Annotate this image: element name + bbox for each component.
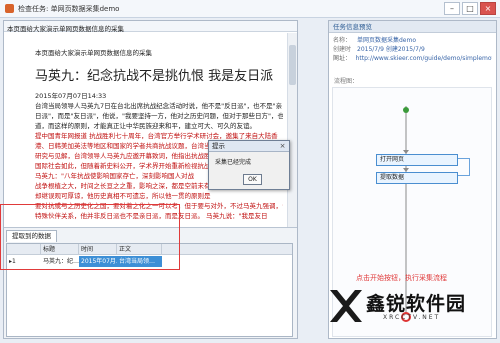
title-bar: 检查任务: 单网页数据采集demo – □ × [0,0,500,18]
app-icon [5,4,14,13]
task-name-value: 单网页数据采集demo [357,37,417,44]
article-line: 日派"，而是"友日派"，他说，"我要坚持一方，他对之历史问题，但对于那些日方"，… [35,112,283,120]
url-value[interactable]: http://www.skieer.com/guide/demo/simplem… [356,54,492,63]
minimize-button[interactable]: – [444,2,460,15]
dialog-message: 采集已经完成 [215,159,252,166]
watermark-name: 鑫锐软件园 [366,293,467,315]
ok-button[interactable]: OK [243,174,262,185]
info-row: 创建时间： 2015/7/9 创建2015/7/9 [333,45,492,62]
maximize-button[interactable]: □ [462,2,478,15]
window-title: 检查任务: 单网页数据采集demo [18,4,120,13]
completion-dialog: 提示 × 采集已经完成 OK [208,140,290,190]
watermark: 鑫锐软件园 XRCCTV.NET [326,286,496,340]
window-controls: – □ × [444,2,496,15]
watermark-logo-icon [330,290,362,322]
dialog-title: 提示 [209,141,289,152]
flow-node-extract-data[interactable]: 提取数据 [376,172,458,184]
dialog-close-button[interactable]: × [278,142,287,150]
task-panel-header: 任务信息预览 [329,21,496,33]
close-button[interactable]: × [480,2,496,15]
page-intro: 本页面给大家演示单网页数据信息的采集 [35,49,152,57]
info-row: 名称： 单网页数据采集demo [333,36,492,45]
article-line: 道，而这样的原则，才能真正让中华民族迎来和平，建立可大、可久的友谊。 [35,122,256,130]
info-label: 名称： [333,37,352,44]
page-tab-title: 本页面给大家演示单网页数据信息的采集 [4,21,297,33]
watermark-url: XRCCTV.NET [383,314,441,321]
flowchart-label: 流程图： [334,78,359,85]
flow-node-open-page[interactable]: 打开网页 [376,154,458,166]
scrollbar-thumb[interactable] [289,45,296,85]
vertical-scrollbar[interactable] [287,33,297,227]
highlight-box [0,204,180,270]
loop-arrow [458,158,470,176]
info-label: 网址： [333,55,352,62]
annotation-text: 点击开始按钮，执行采集流程 [356,274,447,282]
article-line: 却继误观可厚谅，他历史真相不可遗忘，所以他一贯的原则是 [35,192,211,200]
task-info: 名称： 单网页数据采集demo 创建时间： 2015/7/9 创建2015/7/… [329,33,496,66]
article-line: 台湾当局领导人马英九7日在台北出席抗战纪念活动时说，他不是"反日派"，也不是"亲 [35,102,283,110]
article-headline: 马英九：纪念抗战不是挑仇恨 我是友日派 [35,69,274,84]
app-window: 检查任务: 单网页数据采集demo – □ × 本页面给大家演示单网页数据信息的… [0,0,500,343]
article-date: 2015年07月07日14:33 [35,92,107,100]
web-page-content[interactable]: 本页面给大家演示单网页数据信息的采集 马英九：纪念抗战不是挑仇恨 我是友日派 2… [4,33,297,227]
info-row: 网址： http://www.skieer.com/guide/demo/sim… [333,54,492,63]
created-time-value: 2015/7/9 创建2015/7/9 [357,46,425,53]
info-label: 创建时间： [333,46,352,62]
